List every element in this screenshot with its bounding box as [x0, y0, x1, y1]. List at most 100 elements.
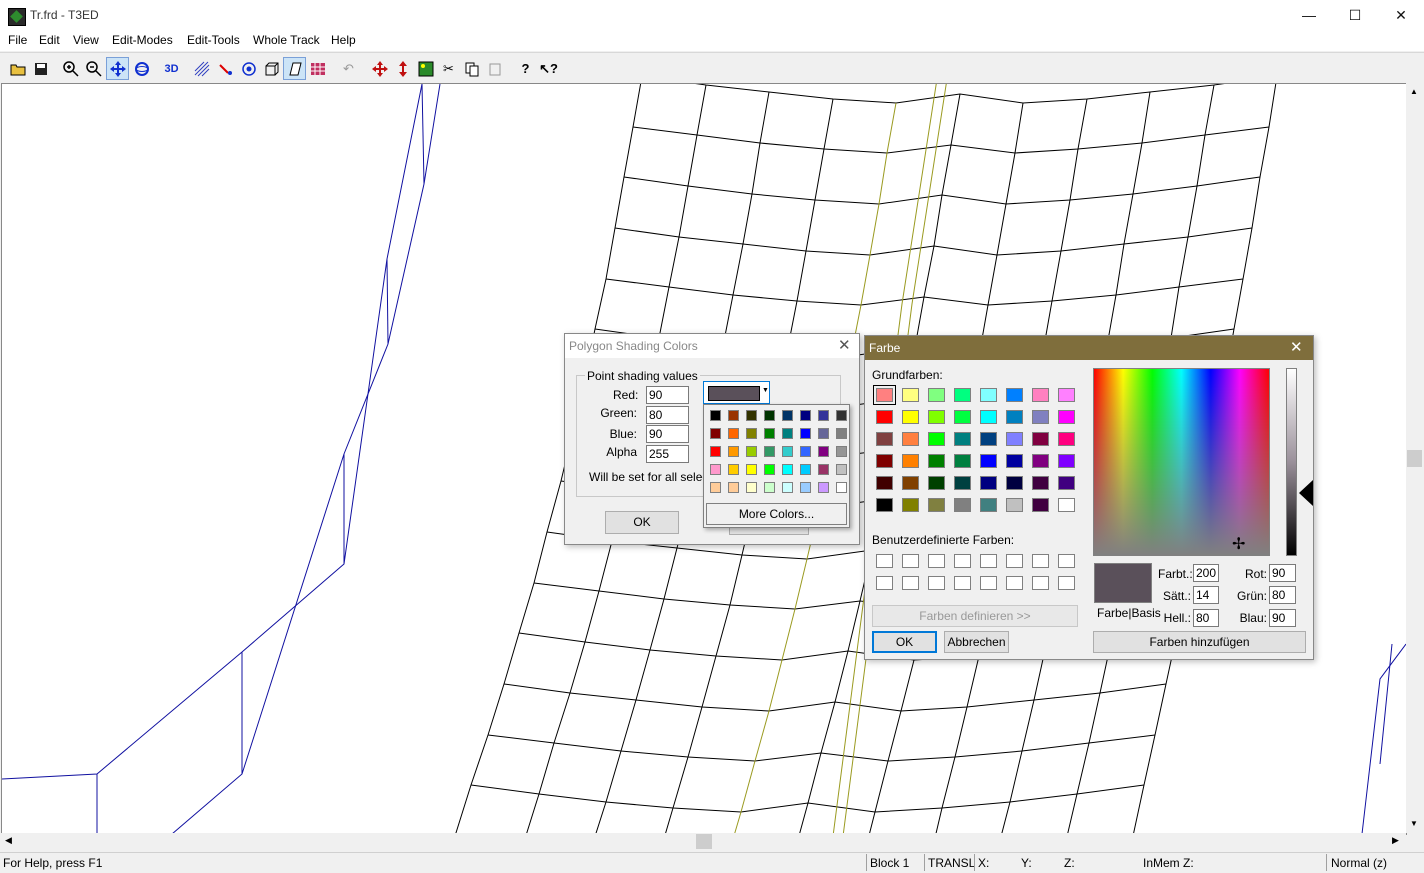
blau-input[interactable]: 90 — [1269, 609, 1296, 627]
zoom-out-icon[interactable] — [82, 57, 105, 80]
rot-input[interactable]: 90 — [1269, 564, 1296, 582]
palette-swatch[interactable] — [710, 410, 721, 421]
target-icon[interactable] — [237, 57, 260, 80]
basic-color-swatch[interactable] — [1032, 432, 1049, 446]
basic-color-swatch[interactable] — [1006, 498, 1023, 512]
color-spectrum[interactable]: ✢ — [1093, 368, 1270, 556]
scroll-down-icon[interactable]: ▼ — [1410, 819, 1418, 828]
help-icon[interactable]: ? — [514, 57, 537, 80]
green-input[interactable]: 80 — [646, 406, 689, 424]
custom-color-swatch[interactable] — [928, 576, 945, 590]
palette-swatch[interactable] — [782, 464, 793, 475]
palette-swatch[interactable] — [818, 482, 829, 493]
palette-swatch[interactable] — [728, 464, 739, 475]
blue-input[interactable]: 90 — [646, 425, 689, 443]
palette-swatch[interactable] — [746, 410, 757, 421]
add-colors-button[interactable]: Farben hinzufügen — [1093, 631, 1306, 653]
scroll-left-icon[interactable]: ◀ — [5, 835, 12, 846]
palette-swatch[interactable] — [836, 464, 847, 475]
basic-color-swatch[interactable] — [902, 476, 919, 490]
basic-color-swatch[interactable] — [876, 410, 893, 424]
farbe-cancel-button[interactable]: Abbrechen — [944, 631, 1009, 653]
basic-color-swatch[interactable] — [928, 498, 945, 512]
basic-color-swatch[interactable] — [1006, 388, 1023, 402]
menu-help[interactable]: Help — [331, 33, 356, 47]
3d-icon[interactable]: 3D — [160, 57, 183, 80]
link-icon[interactable] — [214, 57, 237, 80]
basic-color-swatch[interactable] — [1032, 410, 1049, 424]
palette-swatch[interactable] — [710, 428, 721, 439]
maximize-button[interactable]: ☐ — [1332, 0, 1378, 31]
palette-swatch[interactable] — [710, 482, 721, 493]
palette-swatch[interactable] — [782, 410, 793, 421]
close-button[interactable]: ✕ — [1378, 0, 1424, 31]
menu-edit[interactable]: Edit — [39, 33, 60, 47]
basic-color-swatch[interactable] — [980, 388, 997, 402]
basic-color-swatch[interactable] — [1058, 410, 1075, 424]
custom-color-swatch[interactable] — [1006, 554, 1023, 568]
horizontal-scroll-thumb[interactable] — [696, 834, 712, 849]
basic-color-swatch[interactable] — [1006, 476, 1023, 490]
more-colors-button[interactable]: More Colors... — [706, 503, 847, 525]
move-z-icon[interactable] — [391, 57, 414, 80]
lum-input[interactable]: 80 — [1193, 609, 1219, 627]
horizontal-scrollbar[interactable]: ◀ ▶ — [0, 833, 1406, 850]
basic-color-swatch[interactable] — [902, 410, 919, 424]
basic-color-swatch[interactable] — [980, 454, 997, 468]
basic-color-swatch[interactable] — [876, 498, 893, 512]
basic-color-swatch[interactable] — [980, 410, 997, 424]
cube-icon[interactable] — [260, 57, 283, 80]
custom-color-swatch[interactable] — [954, 554, 971, 568]
move-icon[interactable] — [106, 57, 129, 80]
basic-color-swatch[interactable] — [928, 476, 945, 490]
basic-color-swatch[interactable] — [1058, 388, 1075, 402]
palette-swatch[interactable] — [728, 446, 739, 457]
copy-icon[interactable] — [460, 57, 483, 80]
palette-swatch[interactable] — [764, 446, 775, 457]
zoom-in-icon[interactable] — [59, 57, 82, 80]
custom-color-swatch[interactable] — [980, 576, 997, 590]
undo-icon[interactable]: ↶ — [337, 57, 360, 80]
basic-color-swatch[interactable] — [902, 388, 919, 402]
palette-swatch[interactable] — [728, 482, 739, 493]
palette-swatch[interactable] — [836, 482, 847, 493]
texture-icon[interactable] — [306, 57, 329, 80]
palette-swatch[interactable] — [782, 446, 793, 457]
palette-swatch[interactable] — [800, 446, 811, 457]
red-input[interactable]: 90 — [646, 386, 689, 404]
basic-color-swatch[interactable] — [902, 432, 919, 446]
palette-swatch[interactable] — [800, 410, 811, 421]
farbe-close-icon[interactable]: ✕ — [1290, 338, 1303, 356]
vertical-scroll-thumb[interactable] — [1407, 450, 1422, 467]
sat-input[interactable]: 14 — [1193, 586, 1219, 604]
basic-color-swatch[interactable] — [1032, 454, 1049, 468]
basic-color-swatch[interactable] — [980, 476, 997, 490]
palette-swatch[interactable] — [818, 446, 829, 457]
rotate-icon[interactable] — [130, 57, 153, 80]
palette-swatch[interactable] — [782, 428, 793, 439]
image-icon[interactable] — [414, 57, 437, 80]
basic-color-swatch[interactable] — [928, 454, 945, 468]
palette-swatch[interactable] — [746, 428, 757, 439]
palette-swatch[interactable] — [836, 446, 847, 457]
shading-dialog-close-icon[interactable]: ✕ — [838, 336, 851, 354]
basic-color-swatch[interactable] — [1006, 410, 1023, 424]
palette-swatch[interactable] — [836, 428, 847, 439]
basic-color-swatch[interactable] — [954, 454, 971, 468]
cut-icon[interactable]: ✂ — [437, 57, 460, 80]
define-colors-button[interactable]: Farben definieren >> — [872, 605, 1078, 627]
palette-swatch[interactable] — [782, 482, 793, 493]
custom-color-swatch[interactable] — [1032, 576, 1049, 590]
basic-color-swatch[interactable] — [1058, 476, 1075, 490]
palette-swatch[interactable] — [764, 464, 775, 475]
palette-swatch[interactable] — [710, 464, 721, 475]
basic-color-swatch[interactable] — [1058, 454, 1075, 468]
palette-swatch[interactable] — [728, 410, 739, 421]
palette-swatch[interactable] — [800, 482, 811, 493]
scroll-right-icon[interactable]: ▶ — [1392, 835, 1399, 846]
basic-color-swatch[interactable] — [1006, 454, 1023, 468]
basic-color-swatch[interactable] — [1006, 432, 1023, 446]
paste-icon[interactable] — [483, 57, 506, 80]
basic-color-swatch[interactable] — [876, 432, 893, 446]
menu-whole-track[interactable]: Whole Track — [253, 33, 320, 47]
